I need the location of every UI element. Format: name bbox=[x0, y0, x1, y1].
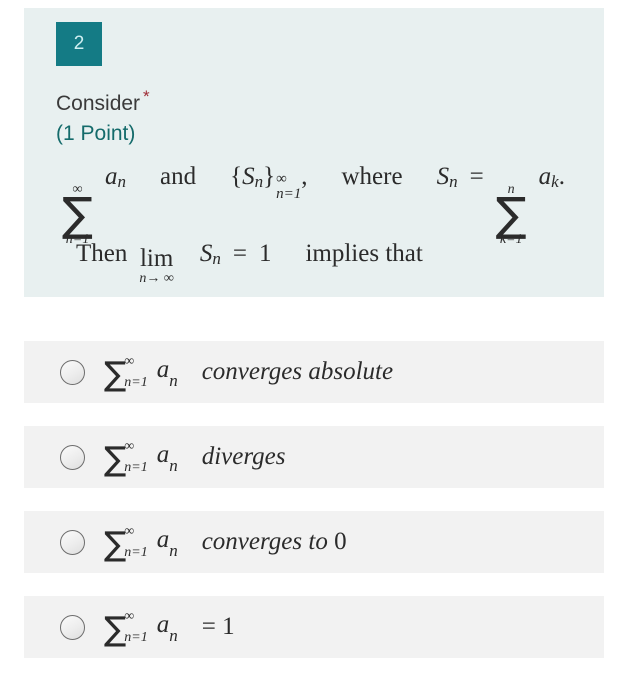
sigma-icon: ∑ bbox=[104, 353, 127, 393]
option-equals-sign: = bbox=[201, 613, 223, 640]
question-number: 2 bbox=[73, 33, 85, 54]
partial-sum-subscript: n bbox=[449, 171, 458, 191]
partial-sum-operator: n ∑ k=1 bbox=[495, 182, 527, 248]
partial-lower-limit: k=1 bbox=[499, 232, 523, 248]
lim-value: 1 bbox=[258, 240, 272, 268]
partial-sum-symbol: S bbox=[436, 162, 450, 190]
question-points: (1 Point) bbox=[56, 122, 136, 146]
inline-sum-upper: ∞ bbox=[124, 523, 135, 539]
option-text-2: diverges bbox=[201, 443, 286, 470]
inline-sum-2: ∑ ∞ n=1 bbox=[104, 438, 148, 478]
quiz-question-page: 2 Consider * (1 Point) ∞ ∑ n=1 an and {Sn… bbox=[0, 0, 620, 700]
series-term-subscript: n bbox=[117, 171, 127, 191]
lim-target-symbol: S bbox=[199, 240, 213, 268]
inline-sum-lower: n=1 bbox=[124, 630, 148, 645]
sigma-icon: ∑ bbox=[104, 523, 127, 563]
inline-sum-4: ∑ ∞ n=1 bbox=[104, 608, 148, 648]
option-text-1: converges absolute bbox=[201, 358, 394, 385]
term-subscript: n bbox=[169, 456, 178, 475]
inline-sum-limits: ∞ n=1 bbox=[124, 353, 148, 390]
term-subscript: n bbox=[169, 626, 178, 645]
series-sum-operator: ∞ ∑ n=1 bbox=[62, 182, 93, 248]
sigma-icon: ∑ bbox=[104, 438, 127, 478]
sigma-icon: ∑ bbox=[62, 186, 93, 241]
math-line-1: ∞ ∑ n=1 an and {Sn} ∞ n=1 , where Sn = n… bbox=[62, 162, 604, 247]
lim-word: lim bbox=[139, 245, 174, 273]
option-term-2: an bbox=[156, 441, 178, 475]
equals-sign: = bbox=[469, 162, 484, 190]
inline-sum-3: ∑ ∞ n=1 bbox=[104, 523, 148, 563]
radio-button-4[interactable] bbox=[60, 614, 85, 640]
period: . bbox=[558, 162, 565, 190]
where-word: where bbox=[341, 162, 403, 190]
answer-option-2-label: ∑ ∞ n=1 an diverges bbox=[104, 438, 286, 478]
inline-sum-limits: ∞ n=1 bbox=[124, 523, 148, 560]
option-text-value: 1 bbox=[222, 613, 235, 640]
inline-sum-upper: ∞ bbox=[124, 438, 135, 454]
radio-button-3[interactable] bbox=[60, 529, 85, 555]
question-prompt: Consider * bbox=[56, 86, 604, 118]
implies-text: implies that bbox=[305, 240, 423, 268]
sequence-subscript: n bbox=[254, 171, 264, 191]
term-base: a bbox=[156, 441, 170, 468]
partial-term-subscript: k bbox=[551, 171, 559, 191]
sigma-icon: ∑ bbox=[495, 186, 527, 241]
limit-operator: lim n→ ∞ bbox=[139, 246, 173, 286]
sequence-lower: n=1 bbox=[276, 186, 302, 203]
partial-term: a bbox=[538, 162, 552, 190]
sequence-open-brace: { bbox=[230, 162, 243, 190]
sequence-symbol: S bbox=[242, 162, 255, 190]
inline-sum-lower: n=1 bbox=[124, 375, 148, 390]
sequence-upper: ∞ bbox=[276, 170, 287, 187]
lim-underscript: n→ ∞ bbox=[139, 271, 174, 287]
option-text-4: = 1 bbox=[202, 613, 235, 641]
option-text-italic: converges to bbox=[201, 528, 335, 555]
term-subscript: n bbox=[169, 541, 178, 560]
radio-button-2[interactable] bbox=[60, 444, 85, 470]
radio-button-1[interactable] bbox=[60, 359, 85, 385]
term-base: a bbox=[156, 526, 170, 553]
question-panel: 2 Consider * (1 Point) ∞ ∑ n=1 an and {Sn… bbox=[24, 8, 604, 298]
inline-sum-upper: ∞ bbox=[124, 353, 135, 369]
sum-lower-limit: n=1 bbox=[65, 232, 90, 248]
answer-option-3-label: ∑ ∞ n=1 an converges to 0 bbox=[104, 523, 347, 563]
answer-option-1[interactable]: ∑ ∞ n=1 an converges absolute bbox=[24, 341, 604, 403]
series-term: a bbox=[105, 162, 118, 190]
conjunction-and: and bbox=[160, 162, 197, 190]
term-base: a bbox=[156, 356, 170, 383]
sequence-close-brace: } bbox=[263, 162, 276, 190]
option-term-3: an bbox=[156, 526, 178, 560]
sigma-icon: ∑ bbox=[104, 608, 127, 648]
answer-option-2[interactable]: ∑ ∞ n=1 an diverges bbox=[24, 426, 604, 488]
answer-option-3[interactable]: ∑ ∞ n=1 an converges to 0 bbox=[24, 511, 604, 573]
lim-target-subscript: n bbox=[212, 249, 221, 269]
inline-sum-upper: ∞ bbox=[124, 608, 135, 624]
term-base: a bbox=[156, 611, 170, 638]
option-term-1: an bbox=[156, 356, 178, 390]
answer-options-list: ∑ ∞ n=1 an converges absolute ∑ ∞ n=1 an… bbox=[24, 341, 604, 681]
answer-option-1-label: ∑ ∞ n=1 an converges absolute bbox=[104, 353, 394, 393]
term-subscript: n bbox=[169, 371, 178, 390]
inline-sum-limits: ∞ n=1 bbox=[124, 438, 148, 475]
required-asterisk: * bbox=[143, 87, 150, 106]
inline-sum-1: ∑ ∞ n=1 bbox=[104, 353, 148, 393]
lim-equals-sign: = bbox=[232, 240, 247, 268]
answer-option-4-label: ∑ ∞ n=1 an = 1 bbox=[104, 608, 235, 648]
sequence-limits: ∞ n=1 bbox=[276, 170, 302, 204]
question-number-badge: 2 bbox=[56, 22, 102, 66]
answer-option-4[interactable]: ∑ ∞ n=1 an = 1 bbox=[24, 596, 604, 658]
question-math: ∞ ∑ n=1 an and {Sn} ∞ n=1 , where Sn = n… bbox=[24, 163, 604, 298]
question-prompt-text: Consider bbox=[56, 92, 141, 115]
inline-sum-limits: ∞ n=1 bbox=[124, 608, 148, 645]
option-text-3: converges to 0 bbox=[202, 528, 347, 556]
inline-sum-lower: n=1 bbox=[124, 545, 148, 560]
option-term-4: an bbox=[156, 611, 178, 645]
option-text-value: 0 bbox=[334, 528, 347, 555]
sequence-comma: , bbox=[301, 162, 308, 190]
inline-sum-lower: n=1 bbox=[124, 460, 148, 475]
